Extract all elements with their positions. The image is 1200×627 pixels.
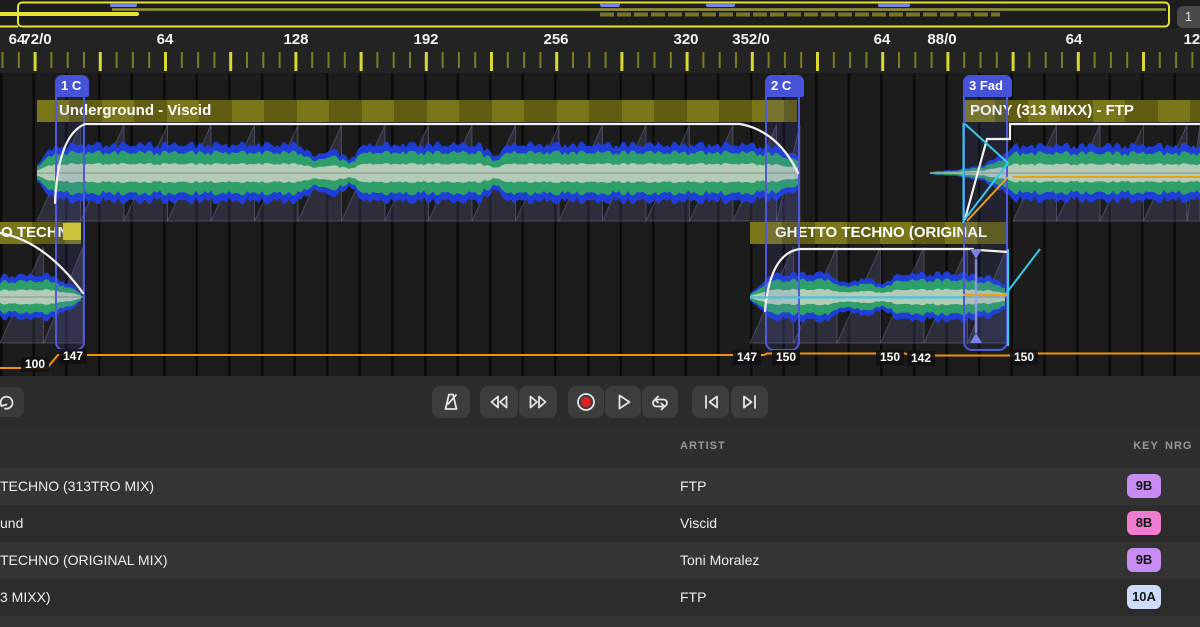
column-header-key[interactable]: KEY [1129,440,1163,452]
record-icon [574,390,598,414]
ruler-label: 320 [673,31,698,48]
fast-forward-button[interactable] [519,386,557,418]
tempo-value-label: 147 [59,349,87,364]
table-row[interactable]: und Viscid 8B [0,505,1200,542]
metronome-icon [439,390,463,414]
column-header-artist[interactable]: ARTIST [680,440,726,452]
fast-forward-icon [526,390,550,414]
skip-to-start-button[interactable] [692,386,729,418]
dj-mix-editor: 1 6472/064128192256320352/06488/064128 U… [0,0,1200,627]
key-badge: 9B [1127,548,1161,572]
row-title: 3 MIXX) [0,579,51,616]
ruler-label: 64 [1066,31,1083,48]
transport-bar [0,376,1200,427]
track-table: ARTIST KEY NRG TECHNO (313TRO MIX) FTP 9B u… [0,427,1200,627]
key-badge: 9B [1127,474,1161,498]
tempo-value-label: 150 [1010,350,1038,365]
tempo-value-label: 150 [772,350,800,365]
arrangement-minimap[interactable]: 1 [0,0,1200,28]
table-row[interactable]: TECHNO (ORIGINAL MIX) Toni Moralez 9B [0,542,1200,579]
ruler-label: 128 [283,31,308,48]
ruler-label: 256 [543,31,568,48]
bar-ruler[interactable]: 6472/064128192256320352/06488/064128 [0,28,1200,73]
ruler-label: 64 [157,31,174,48]
skip-to-end-button[interactable] [731,386,768,418]
row-title: TECHNO (313TRO MIX) [0,468,154,505]
row-artist: Viscid [680,505,717,542]
undo-icon [0,390,19,414]
table-row[interactable]: 3 MIXX) FTP 10A [0,579,1200,616]
tempo-value-label: 142 [907,351,935,366]
automation-lines [0,73,1200,376]
minimap-graphics [0,0,1200,28]
row-title: und [0,505,23,542]
table-row-partial[interactable] [0,616,1200,627]
row-artist: FTP [680,468,706,505]
ruler-label: 64 [874,31,891,48]
ruler-label: 192 [413,31,438,48]
skip-to-start-icon [699,390,723,414]
ruler-label: 88/0 [927,31,956,48]
row-title: TECHNO (ORIGINAL MIX) [0,542,168,579]
rewind-icon [487,390,511,414]
ruler-ticks [0,28,1200,73]
play-icon [611,390,635,414]
metronome-button[interactable] [432,386,470,418]
key-badge: 10A [1127,585,1161,609]
record-button[interactable] [568,386,604,418]
loop-icon [648,390,672,414]
ruler-label: 128 [1183,31,1200,48]
row-artist: FTP [680,579,706,616]
page-indicator-chip[interactable]: 1 [1177,6,1200,28]
tempo-value-label: 100 [21,357,49,372]
tempo-value-label: 150 [876,350,904,365]
key-badge: 8B [1127,511,1161,535]
loop-button[interactable] [642,386,678,418]
tempo-value-label: 147 [733,350,761,365]
skip-to-end-icon [738,390,762,414]
play-button[interactable] [605,386,641,418]
rewind-button[interactable] [480,386,518,418]
row-artist: Toni Moralez [680,542,759,579]
table-row[interactable]: TECHNO (313TRO MIX) FTP 9B [0,468,1200,505]
undo-button[interactable] [0,387,24,417]
table-header: ARTIST KEY NRG [0,427,1200,468]
column-header-nrg[interactable]: NRG [1165,440,1192,452]
ruler-label: 72/0 [22,31,51,48]
timeline-canvas[interactable]: Underground - ViscidPONY (313 MIXX) - FT… [0,73,1200,376]
ruler-label: 352/0 [732,31,770,48]
